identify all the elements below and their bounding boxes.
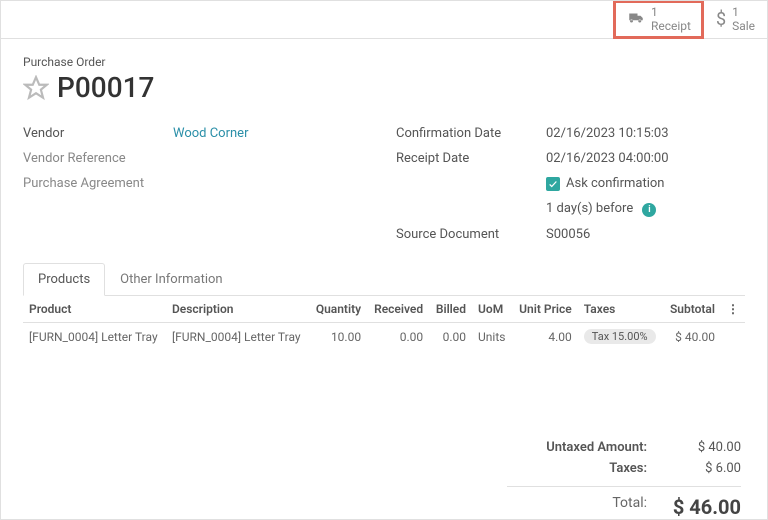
left-fields: Vendor Wood Corner Vendor Reference Purc… <box>23 126 372 252</box>
tab-products[interactable]: Products <box>23 263 105 296</box>
products-table: Product Description Quantity Received Bi… <box>23 296 745 350</box>
cell-billed: 0.00 <box>429 323 472 351</box>
untaxed-value: $ 40.00 <box>671 440 741 455</box>
receipt-date-value: 02/16/2023 04:00:00 <box>546 151 745 166</box>
col-received: Received <box>367 296 429 323</box>
col-product: Product <box>23 296 166 323</box>
cell-description: [FURN_0004] Letter Tray <box>166 323 309 351</box>
cell-received: 0.00 <box>367 323 429 351</box>
tax-pill: Tax 15.00% <box>584 329 656 344</box>
table-row[interactable]: [FURN_0004] Letter Tray [FURN_0004] Lett… <box>23 323 745 351</box>
po-number: P00017 <box>57 71 154 104</box>
col-unit-price: Unit Price <box>512 296 578 323</box>
days-before-text: day(s) before <box>557 201 634 216</box>
right-fields: Confirmation Date 02/16/2023 10:15:03 Re… <box>396 126 745 252</box>
vendor-link[interactable]: Wood Corner <box>173 126 372 141</box>
receipt-count: 1 <box>651 6 691 19</box>
dollar-icon: $ <box>716 9 726 30</box>
vendor-ref-value <box>173 151 372 166</box>
info-icon[interactable]: i <box>642 203 656 217</box>
source-document-value: S00056 <box>546 227 745 242</box>
days-before-count: 1 <box>546 201 553 216</box>
ask-confirmation-checkbox[interactable] <box>546 177 560 191</box>
purchase-agreement-label: Purchase Agreement <box>23 176 173 191</box>
cell-uom: Units <box>472 323 512 351</box>
purchase-agreement-value <box>173 176 372 191</box>
taxes-label: Taxes: <box>507 461 647 476</box>
subtitle: Purchase Order <box>23 55 745 69</box>
col-taxes: Taxes <box>578 296 663 323</box>
source-document-label: Source Document <box>396 227 546 242</box>
cell-product: [FURN_0004] Letter Tray <box>23 323 166 351</box>
ask-confirmation-label: Ask confirmation <box>566 176 665 191</box>
vendor-label: Vendor <box>23 126 173 141</box>
totals-block: Untaxed Amount: $ 40.00 Taxes: $ 6.00 To… <box>23 440 745 519</box>
col-billed: Billed <box>429 296 472 323</box>
cell-taxes: Tax 15.00% <box>578 323 663 351</box>
sale-stat-button[interactable]: $ 1 Sale <box>703 1 767 38</box>
stat-button-row: 1 Receipt $ 1 Sale <box>1 1 767 39</box>
total-value: $ 46.00 <box>671 495 741 519</box>
col-description: Description <box>166 296 309 323</box>
cell-unit-price: 4.00 <box>512 323 578 351</box>
col-subtotal: Subtotal <box>663 296 721 323</box>
vendor-ref-label: Vendor Reference <box>23 151 173 166</box>
total-label: Total: <box>507 495 647 519</box>
column-options-icon[interactable]: ⋮ <box>721 296 745 323</box>
receipt-label: Receipt <box>651 20 691 33</box>
tab-other-information[interactable]: Other Information <box>105 263 237 296</box>
col-uom: UoM <box>472 296 512 323</box>
cell-subtotal: $ 40.00 <box>663 323 721 351</box>
receipt-stat-button[interactable]: 1 Receipt <box>614 1 703 38</box>
confirmation-date-label: Confirmation Date <box>396 126 546 141</box>
cell-quantity: 10.00 <box>309 323 367 351</box>
favorite-star-icon[interactable] <box>23 75 49 101</box>
receipt-date-label: Receipt Date <box>396 151 546 166</box>
truck-icon <box>627 9 645 31</box>
sale-count: 1 <box>732 6 755 19</box>
purchase-order-form: 1 Receipt $ 1 Sale Purchase Order P00017… <box>0 0 768 520</box>
tab-strip: Products Other Information <box>23 262 745 296</box>
confirmation-date-value: 02/16/2023 10:15:03 <box>546 126 745 141</box>
sale-label: Sale <box>732 20 755 33</box>
col-quantity: Quantity <box>309 296 367 323</box>
untaxed-label: Untaxed Amount: <box>507 440 647 455</box>
taxes-value: $ 6.00 <box>671 461 741 476</box>
